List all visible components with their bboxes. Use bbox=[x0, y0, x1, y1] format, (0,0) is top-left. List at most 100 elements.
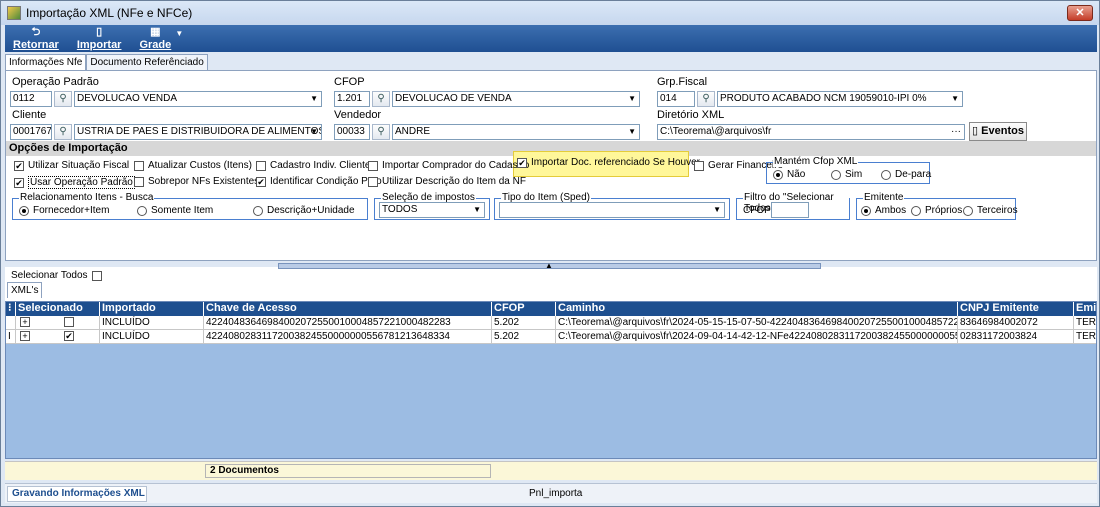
header-cnpj[interactable]: CNPJ Emitente bbox=[958, 302, 1074, 316]
vendedor-code-input[interactable]: 00033 bbox=[334, 124, 370, 140]
group-filtro: Filtro do "Selecionar Todos" CFOP bbox=[736, 192, 850, 220]
search-icon[interactable]: ⚲ bbox=[372, 91, 390, 107]
status-panel-name: Pnl_importa bbox=[529, 488, 583, 499]
grid-header: ⁝ Selecionado Importado Chave de Acesso … bbox=[6, 302, 1096, 316]
close-button[interactable]: ✕ bbox=[1067, 5, 1093, 21]
radio-proprios[interactable]: Próprios bbox=[911, 205, 962, 216]
group-title: Emitente bbox=[863, 192, 905, 203]
cliente-select[interactable]: USTRIA DE PAES E DISTRIBUIDORA DE ALIMEN… bbox=[74, 124, 322, 140]
header-emit[interactable]: Emit bbox=[1074, 302, 1096, 316]
radio-cfop-sim[interactable]: Sim bbox=[831, 169, 862, 180]
checkbox-importar-comprador[interactable]: Importar Comprador do Cadastro bbox=[368, 160, 529, 171]
cell-chave: 4224080283117200382455000000055678121364… bbox=[204, 330, 492, 344]
group-title: Relacionamento Itens - Busca bbox=[19, 192, 155, 203]
group-mantem-cfop: Mantém Cfop XML Não Sim De-para bbox=[766, 156, 931, 184]
impostos-select[interactable]: TODOS ▼ bbox=[379, 202, 485, 218]
chevron-down-icon: ▼ bbox=[310, 94, 318, 103]
header-caminho[interactable]: Caminho bbox=[556, 302, 958, 316]
window-title: Importação XML (NFe e NFCe) bbox=[26, 6, 193, 20]
cell-caminho: C:\Teorema\@arquivos\fr\2024-09-04-14-42… bbox=[556, 330, 958, 344]
splitter-handle[interactable]: ▲ bbox=[278, 261, 821, 270]
status-message: Gravando Informações XML bbox=[7, 486, 147, 502]
document-count: 2 Documentos bbox=[205, 464, 491, 478]
cell-cnpj: 02831172003824 bbox=[958, 330, 1074, 344]
cell-selecionado[interactable]: + bbox=[16, 316, 100, 330]
vendedor-select[interactable]: ANDRE ▼ bbox=[392, 124, 640, 140]
cliente-code-input[interactable]: 0001767 bbox=[10, 124, 52, 140]
group-relacionamento: Relacionamento Itens - Busca Fornecedor+… bbox=[12, 192, 368, 220]
grp-code-input[interactable]: 014 bbox=[657, 91, 695, 107]
search-icon[interactable]: ⚲ bbox=[54, 124, 72, 140]
cell-importado: INCLUÍDO bbox=[100, 316, 204, 330]
operacao-code-input[interactable]: 0112 bbox=[10, 91, 52, 107]
filtro-cfop-input[interactable] bbox=[771, 202, 809, 218]
radio-somente-item[interactable]: Somente Item bbox=[137, 205, 213, 216]
row-indicator bbox=[6, 316, 16, 330]
return-icon: ⮌ bbox=[31, 26, 41, 38]
header-importado[interactable]: Importado bbox=[100, 302, 204, 316]
dropdown-arrow-icon[interactable]: ▼ bbox=[175, 29, 183, 38]
title-bar: Importação XML (NFe e NFCe) ✕ bbox=[1, 1, 1099, 25]
grp-fiscal-label: Grp.Fiscal bbox=[657, 76, 708, 88]
tab-documento-referenciado[interactable]: Documento Referênciado bbox=[86, 54, 208, 71]
check-icon: ✔ bbox=[517, 157, 527, 168]
chevron-down-icon: ▼ bbox=[473, 205, 481, 214]
header-chave[interactable]: Chave de Acesso bbox=[204, 302, 492, 316]
check-icon: ✔ bbox=[256, 176, 266, 187]
radio-descricao-unidade[interactable]: Descrição+Unidade bbox=[253, 205, 355, 216]
checkbox-utilizar-descricao-item[interactable]: Utilizar Descrição do Item da NF bbox=[368, 176, 526, 187]
checkbox-identificar-condicao-pgto[interactable]: ✔ Identificar Condição Pgto bbox=[256, 176, 382, 187]
grp-select[interactable]: PRODUTO ACABADO NCM 19059010-IPI 0% ▼ bbox=[717, 91, 963, 107]
checkbox-atualizar-custos[interactable]: Atualizar Custos (Itens) bbox=[134, 160, 252, 171]
search-icon[interactable]: ⚲ bbox=[54, 91, 72, 107]
header-selecionado[interactable]: Selecionado bbox=[16, 302, 100, 316]
xml-grid: ⁝ Selecionado Importado Chave de Acesso … bbox=[5, 301, 1097, 459]
grid-button[interactable]: ▦ Grade ▼ bbox=[139, 27, 183, 52]
expand-icon: + bbox=[20, 331, 30, 342]
checkbox-sobrepor-nfs[interactable]: Sobrepor NFs Existentes bbox=[134, 176, 259, 187]
radio-fornecedor-item[interactable]: Fornecedor+Item bbox=[19, 205, 109, 216]
import-button[interactable]: ▯ Importar bbox=[77, 27, 122, 52]
app-icon bbox=[7, 6, 21, 20]
table-row[interactable]: + INCLUÍDO 42240483646984002072550010004… bbox=[6, 316, 1096, 330]
status-bar: Gravando Informações XML Pnl_importa bbox=[5, 483, 1097, 503]
cfop-select[interactable]: DEVOLUCAO DE VENDA ▼ bbox=[392, 91, 640, 107]
group-tipo-item: Tipo do Item (Sped) ▼ bbox=[494, 192, 730, 220]
table-row[interactable]: I + ✔ INCLUÍDO 42240802831172003824550000… bbox=[6, 330, 1096, 344]
chevron-down-icon: ▼ bbox=[310, 127, 318, 136]
checkbox-cadastro-indiv-clientes[interactable]: Cadastro Indiv. Clientes bbox=[256, 160, 375, 171]
document-icon: ▯ bbox=[96, 26, 103, 38]
radio-cfop-nao[interactable]: Não bbox=[773, 169, 805, 180]
group-title: Mantém Cfop XML bbox=[773, 156, 859, 167]
tab-informacoes-nfe[interactable]: Informações Nfe bbox=[5, 54, 87, 71]
tipo-item-select[interactable]: ▼ bbox=[499, 202, 725, 218]
vendedor-label: Vendedor bbox=[334, 109, 382, 121]
operacao-select[interactable]: DEVOLUCAO VENDA ▼ bbox=[74, 91, 322, 107]
check-icon: ✔ bbox=[64, 331, 74, 342]
checkbox-utilizar-situacao-fiscal[interactable]: ✔ Utilizar Situação Fiscal bbox=[14, 160, 129, 171]
grid-footer: 2 Documentos bbox=[5, 461, 1097, 480]
check-icon: ✔ bbox=[14, 177, 24, 188]
cfop-code-input[interactable]: 1.201 bbox=[334, 91, 370, 107]
tab-xmls[interactable]: XML's bbox=[7, 282, 43, 298]
chevron-down-icon: ▼ bbox=[628, 127, 636, 136]
cliente-label: Cliente bbox=[12, 109, 47, 121]
return-button[interactable]: ⮌ Retornar bbox=[13, 27, 59, 52]
eventos-button[interactable]: ▯ Eventos bbox=[969, 122, 1027, 141]
radio-cfop-de-para[interactable]: De-para bbox=[881, 169, 931, 180]
radio-ambos[interactable]: Ambos bbox=[861, 205, 906, 216]
checkbox-importar-doc-referenciado[interactable]: ✔ Importar Doc. referenciado Se Houver bbox=[517, 157, 700, 168]
document-icon: ▯ bbox=[972, 125, 979, 137]
cell-selecionado[interactable]: + ✔ bbox=[16, 330, 100, 344]
cfop-label: CFOP bbox=[334, 76, 365, 88]
search-icon[interactable]: ⚲ bbox=[372, 124, 390, 140]
chevron-down-icon: ▼ bbox=[951, 94, 959, 103]
header-cfop[interactable]: CFOP bbox=[492, 302, 556, 316]
browse-icon: ··· bbox=[951, 126, 961, 137]
checkbox-selecionar-todos[interactable]: Selecionar Todos bbox=[11, 270, 106, 281]
cell-cnpj: 83646984002072 bbox=[958, 316, 1074, 330]
search-icon[interactable]: ⚲ bbox=[697, 91, 715, 107]
diretorio-input[interactable]: C:\Teorema\@arquivos\fr ··· bbox=[657, 124, 965, 140]
checkbox-usar-operacao-padrao[interactable]: ✔ Usar Operação Padrão bbox=[14, 176, 135, 189]
radio-terceiros[interactable]: Terceiros bbox=[963, 205, 1018, 216]
